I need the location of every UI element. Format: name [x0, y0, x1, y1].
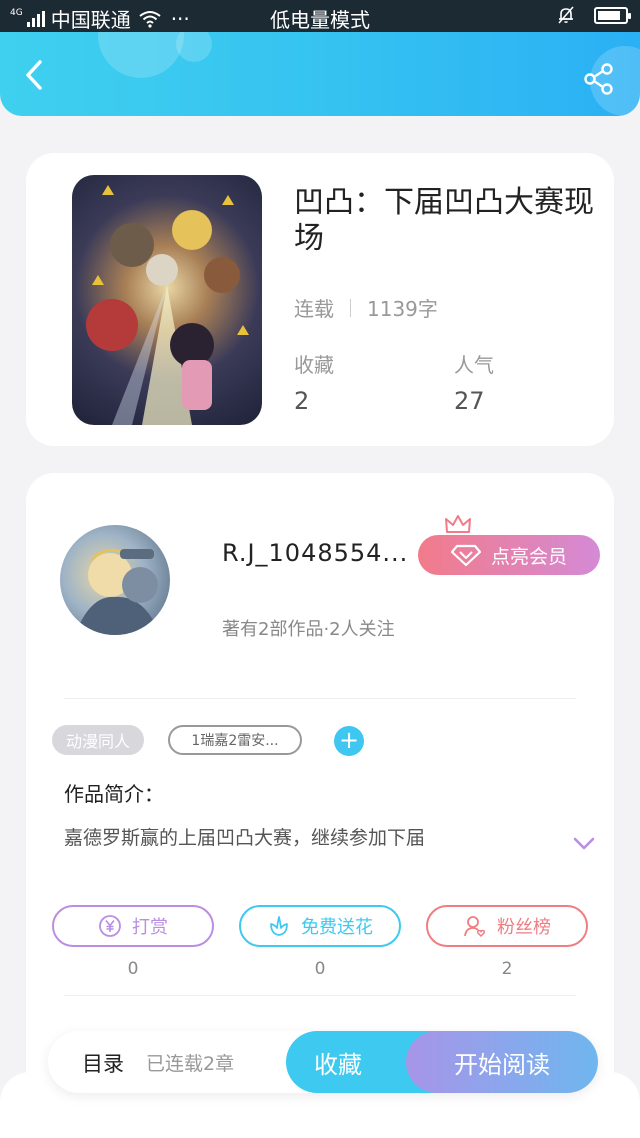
- author-subtitle: 著有2部作品·2人关注: [222, 619, 395, 640]
- reward-count: 0: [127, 959, 139, 979]
- status-right: [556, 5, 631, 25]
- book-card: 凹凸：下届凹凸大赛现场 连载 1139字 收藏 2 人气 27: [26, 153, 614, 446]
- bottom-bar: 目录 已连载2章 收藏 开始阅读: [48, 1031, 598, 1093]
- decor-bubble: [98, 32, 184, 78]
- favorite-label: 收藏: [314, 1050, 362, 1079]
- flower-icon: [270, 916, 288, 936]
- start-reading-button[interactable]: 开始阅读: [406, 1031, 598, 1093]
- share-icon: [584, 63, 613, 95]
- chapter-count: 已连载2章: [146, 1053, 235, 1075]
- book-meta: 连载 1139字: [294, 293, 438, 322]
- author-name[interactable]: R.J_1048554...: [222, 539, 408, 567]
- intro-title: 作品简介：: [64, 782, 164, 806]
- vip-label: 点亮会员: [490, 545, 567, 568]
- chevron-left-icon: [26, 60, 42, 90]
- divider-top: [64, 698, 576, 699]
- start-reading-label: 开始阅读: [454, 1050, 550, 1079]
- yen-icon: [99, 915, 121, 937]
- cover-artwork: [86, 185, 249, 425]
- meta-divider: [350, 298, 351, 317]
- power-mode: 低电量模式: [270, 8, 370, 32]
- favorites-value: 2: [294, 387, 310, 415]
- share-button[interactable]: [582, 62, 616, 96]
- book-status: 连载: [294, 297, 334, 321]
- divider-bottom: [64, 995, 576, 996]
- chevron-down-icon[interactable]: [572, 836, 596, 852]
- decor-bubble-small: [176, 32, 212, 62]
- book-cover[interactable]: [72, 175, 262, 425]
- battery-fill: [598, 10, 621, 20]
- toc-button[interactable]: 目录: [82, 1048, 124, 1078]
- battery-icon: [594, 6, 631, 24]
- reward-button[interactable]: 打赏: [52, 905, 214, 947]
- header: [0, 32, 640, 116]
- bell-muted-icon: [558, 6, 574, 24]
- popularity-value: 27: [454, 387, 485, 415]
- category-tag: 动漫同人: [52, 725, 145, 755]
- fan-rank-label: 粉丝榜: [497, 917, 551, 938]
- flower-button[interactable]: 免费送花: [239, 905, 401, 947]
- avatar[interactable]: [60, 525, 170, 635]
- favorites-label: 收藏: [294, 353, 334, 377]
- vip-button[interactable]: 点亮会员: [418, 535, 600, 575]
- flower-label: 免费送花: [301, 917, 373, 938]
- crown-icon: [445, 515, 471, 533]
- popularity-label: 人气: [454, 353, 494, 377]
- book-title: 凹凸：下届凹凸大赛现场: [294, 185, 594, 256]
- avatar-art: [75, 549, 160, 635]
- fan-count: 2: [501, 959, 513, 979]
- reward-label: 打赏: [132, 917, 168, 938]
- tag-chip[interactable]: 1瑞嘉2雷安...: [168, 725, 302, 755]
- fan-icon: [464, 916, 486, 938]
- diamond-icon: [450, 544, 481, 566]
- word-count: 1139字: [367, 297, 438, 321]
- flower-count: 0: [314, 959, 326, 979]
- back-button[interactable]: [20, 58, 50, 92]
- fan-rank-button[interactable]: 粉丝榜: [426, 905, 588, 947]
- status-bar: 4G 中国联通 ··· 低电量模式: [0, 0, 640, 32]
- add-tag-button[interactable]: +: [334, 726, 364, 756]
- intro-text: 嘉德罗斯赢的上届凹凸大赛，继续参加下届: [64, 827, 426, 849]
